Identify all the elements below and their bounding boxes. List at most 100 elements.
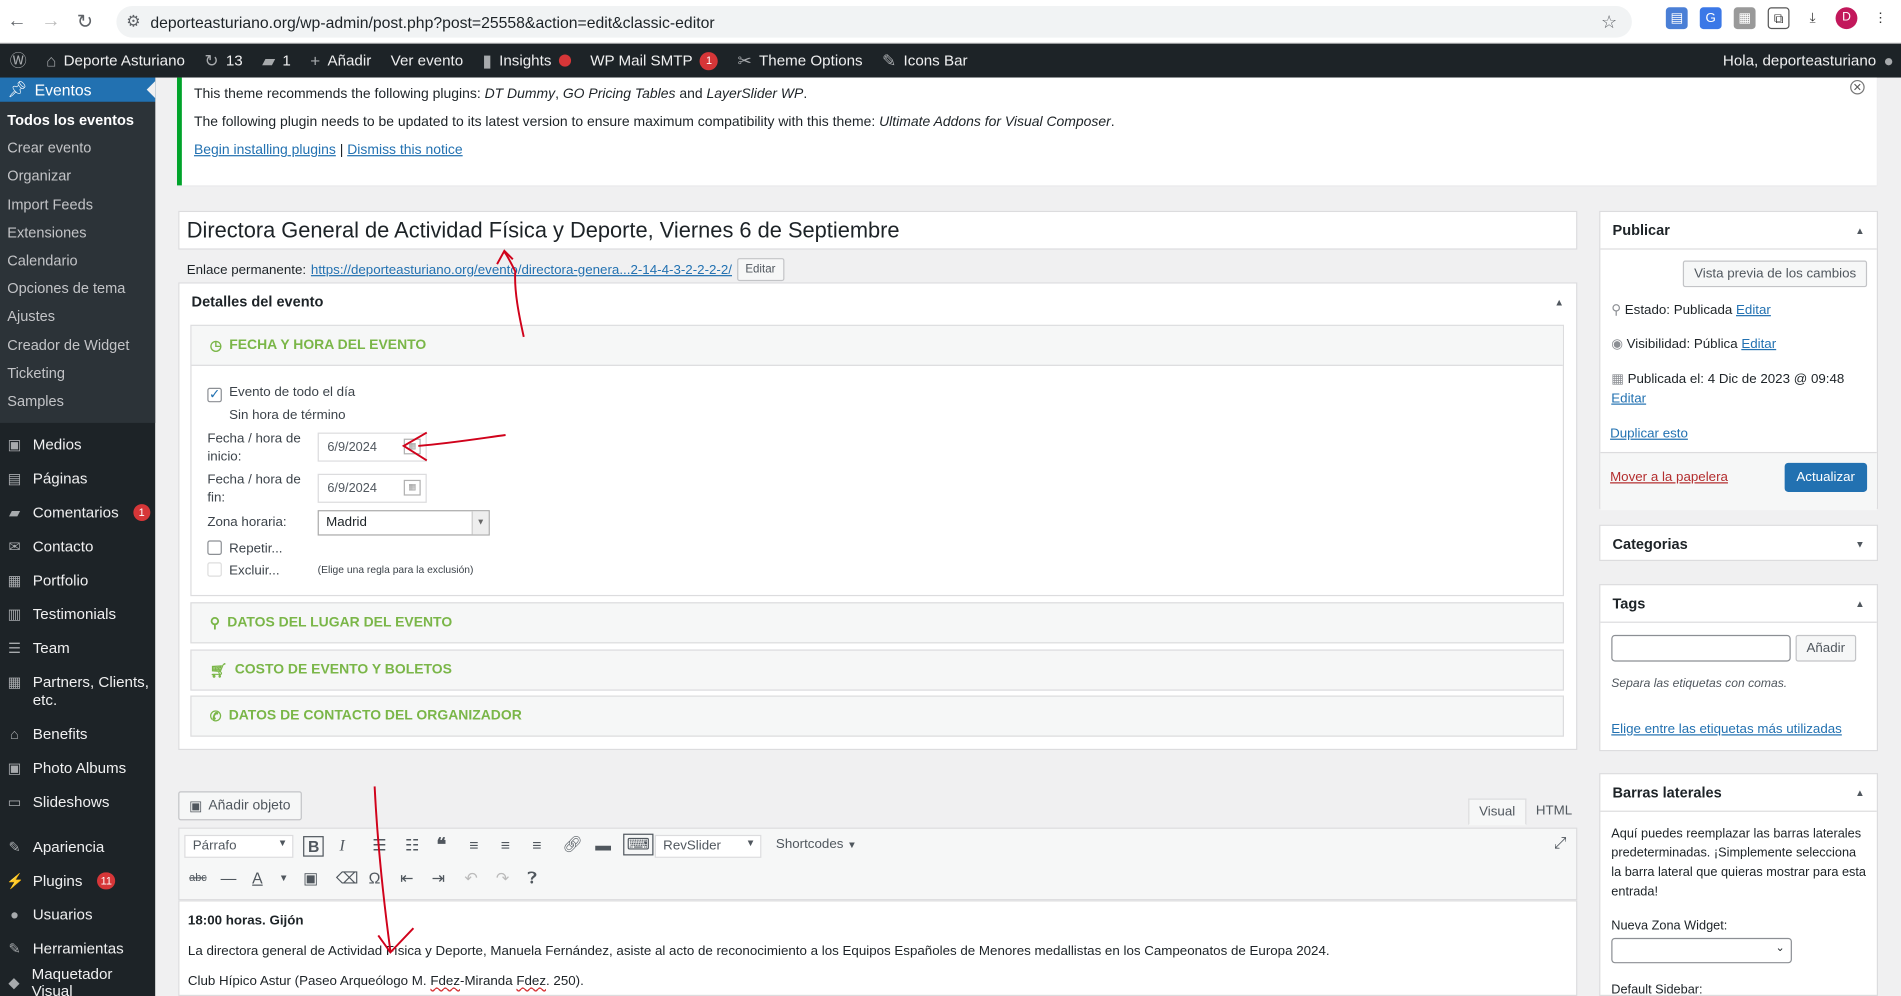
new-content-link[interactable]: + Añadir (301, 44, 381, 78)
timezone-select[interactable]: Madrid ▼ (317, 510, 490, 536)
sidebar-item-testimonials[interactable]: ▥ Testimonials (0, 597, 122, 631)
organizer-section[interactable]: ✆ DATOS DE CONTACTO DEL ORGANIZADOR (190, 695, 1564, 737)
text-color-icon[interactable]: A (252, 869, 263, 887)
clear-format-icon[interactable]: ⌫ (336, 869, 358, 888)
trash-link[interactable]: Mover a la papelera (1610, 470, 1728, 485)
link-icon[interactable]: 🔗︎ (563, 835, 583, 854)
edit-status-link[interactable]: Editar (1736, 303, 1771, 318)
submenu-item[interactable]: Crear evento (0, 135, 155, 163)
calendar-icon[interactable]: ▦ (403, 479, 421, 496)
all-day-checkbox[interactable]: ✓ (207, 387, 222, 403)
translate-icon[interactable]: G (1699, 7, 1722, 30)
numbered-list-icon[interactable]: ☷ (405, 836, 419, 855)
sidebar-item-p-ginas[interactable]: ▤ Páginas (0, 462, 94, 496)
sidebars-header[interactable]: Barras laterales ▲ (1600, 774, 1876, 810)
sidebar-item-partners-clients-etc[interactable]: ▦ Partners, Clients, etc. (0, 674, 160, 710)
sidebar-item-comentarios[interactable]: ▰ Comentarios 1 (0, 496, 156, 530)
align-left-icon[interactable]: ≡ (469, 836, 478, 854)
post-title-input[interactable]: Directora General de Actividad Física y … (178, 210, 1578, 250)
end-date-input[interactable]: 6/9/2024 ▦ (317, 473, 427, 503)
puzzle-icon[interactable]: ⧉ (1767, 7, 1790, 30)
collapse-icon[interactable]: ▲ (1554, 296, 1564, 307)
menu-kebab-icon[interactable]: ⋮ (1869, 7, 1892, 30)
extension-icon[interactable]: ▤ (1665, 7, 1688, 30)
horizontal-line-icon[interactable]: — (221, 869, 237, 887)
sidebar-item-maquetador-visual[interactable]: ◆ Maquetador Visual (0, 966, 155, 996)
redo-icon[interactable]: ↷ (496, 869, 509, 888)
sidebar-item-portfolio[interactable]: ▦ Portfolio (0, 563, 94, 597)
new-zone-select[interactable]: ⌄ (1611, 937, 1792, 964)
align-right-icon[interactable]: ≡ (532, 836, 541, 854)
sidebar-item-team[interactable]: ☰ Team (0, 631, 76, 665)
extension-icon-2[interactable]: ▦ (1733, 7, 1756, 30)
indent-icon[interactable]: ⇥ (432, 869, 445, 888)
tab-html[interactable]: HTML (1526, 799, 1582, 826)
edit-date-link[interactable]: Editar (1611, 391, 1646, 406)
submenu-item[interactable]: Import Feeds (0, 191, 155, 219)
sidebar-item-plugins[interactable]: ⚡ Plugins 11 (0, 864, 122, 898)
venue-section[interactable]: ⚲ DATOS DEL LUGAR DEL EVENTO (190, 602, 1564, 644)
expand-icon[interactable]: ▼ (1855, 539, 1865, 550)
theme-options-link[interactable]: ✂ Theme Options (728, 44, 873, 78)
repeat-checkbox[interactable] (207, 540, 222, 555)
strikethrough-icon[interactable]: abc (189, 871, 207, 883)
most-used-tags-link[interactable]: Elige entre las etiquetas más utilizadas (1611, 722, 1842, 737)
shortcodes-select[interactable]: Shortcodes ▼ (769, 835, 866, 858)
sidebar-item-apariencia[interactable]: ✎ Apariencia (0, 830, 110, 864)
view-event-link[interactable]: Ver evento (381, 44, 473, 78)
submenu-item[interactable]: Opciones de tema (0, 275, 155, 303)
account-link[interactable]: Hola, deporteasturiano ● (1723, 44, 1894, 78)
site-name-link[interactable]: ⌂ Deporte Asturiano (36, 44, 194, 78)
collapse-icon[interactable]: ▲ (1855, 598, 1865, 609)
address-bar[interactable]: ⚙ deporteasturiano.org/wp-admin/post.php… (116, 6, 1632, 38)
publish-header[interactable]: Publicar ▲ (1600, 212, 1876, 248)
collapse-icon[interactable]: ▲ (1855, 225, 1865, 236)
add-tag-button[interactable]: Añadir (1795, 634, 1856, 662)
submenu-item[interactable]: Extensiones (0, 219, 155, 247)
toolbar-toggle-icon[interactable]: ⌨ (623, 833, 654, 856)
updates-link[interactable]: ↻ 13 (195, 44, 253, 78)
cost-section[interactable]: 🛒︎ COSTO DE EVENTO Y BOLETOS (190, 649, 1564, 691)
dismiss-notice-link[interactable]: Dismiss this notice (347, 143, 462, 158)
no-end-checkbox[interactable] (207, 407, 222, 422)
submenu-item[interactable]: Creador de Widget (0, 331, 155, 359)
start-date-input[interactable]: 6/9/2024 ▦ (317, 432, 427, 462)
forward-icon[interactable]: → (34, 10, 68, 32)
close-icon[interactable]: ✕ (1850, 79, 1865, 95)
submenu-item[interactable]: Organizar (0, 163, 155, 191)
bullet-list-icon[interactable]: ☰ (372, 836, 386, 855)
comments-link[interactable]: ▰ 1 (252, 44, 300, 78)
begin-installing-link[interactable]: Begin installing plugins (194, 143, 336, 158)
tags-header[interactable]: Tags ▲ (1600, 585, 1876, 621)
submenu-item[interactable]: Samples (0, 388, 155, 416)
fullscreen-icon[interactable]: ⤢ (1554, 834, 1567, 853)
sidebar-item-contacto[interactable]: ✉ Contacto (0, 530, 99, 564)
repeat-row[interactable]: Repetir... (207, 540, 283, 556)
tab-visual[interactable]: Visual (1468, 798, 1527, 826)
sidebar-item-eventos[interactable]: 📌︎ Eventos (0, 77, 156, 102)
revslider-select[interactable]: RevSlider ▼ (654, 834, 762, 858)
submenu-item[interactable]: Ticketing (0, 359, 155, 387)
submenu-item[interactable]: Calendario (0, 247, 155, 275)
edit-visibility-link[interactable]: Editar (1741, 337, 1776, 352)
bookmark-star-icon[interactable]: ☆ (1601, 11, 1617, 33)
update-button[interactable]: Actualizar (1784, 462, 1868, 492)
calendar-icon[interactable]: ▦ (403, 438, 421, 455)
duplicate-link[interactable]: Duplicar esto (1610, 427, 1688, 442)
help-icon[interactable]: ❓︎ (527, 869, 536, 888)
add-media-button[interactable]: ▣ Añadir objeto (178, 791, 302, 821)
editor-content[interactable]: 18:00 horas. Gijón La directora general … (178, 900, 1578, 996)
sidebar-item-benefits[interactable]: ⌂ Benefits (0, 717, 94, 751)
tag-input[interactable] (1611, 634, 1791, 662)
italic-icon[interactable]: I (339, 836, 344, 855)
exclude-checkbox[interactable] (207, 562, 222, 577)
edit-permalink-button[interactable]: Editar (736, 258, 784, 282)
sidebar-item-usuarios[interactable]: ● Usuarios (0, 898, 99, 932)
date-time-header[interactable]: ◷ FECHA Y HORA DEL EVENTO (191, 325, 1563, 366)
profile-avatar[interactable]: D (1835, 7, 1858, 30)
wp-logo[interactable]: Ⓦ (0, 44, 36, 78)
outdent-icon[interactable]: ⇤ (400, 869, 413, 888)
sidebar-item-photo-albums[interactable]: ▣ Photo Albums (0, 751, 132, 785)
submenu-item[interactable]: Todos los eventos (0, 107, 155, 135)
bold-icon[interactable]: B (303, 836, 325, 857)
